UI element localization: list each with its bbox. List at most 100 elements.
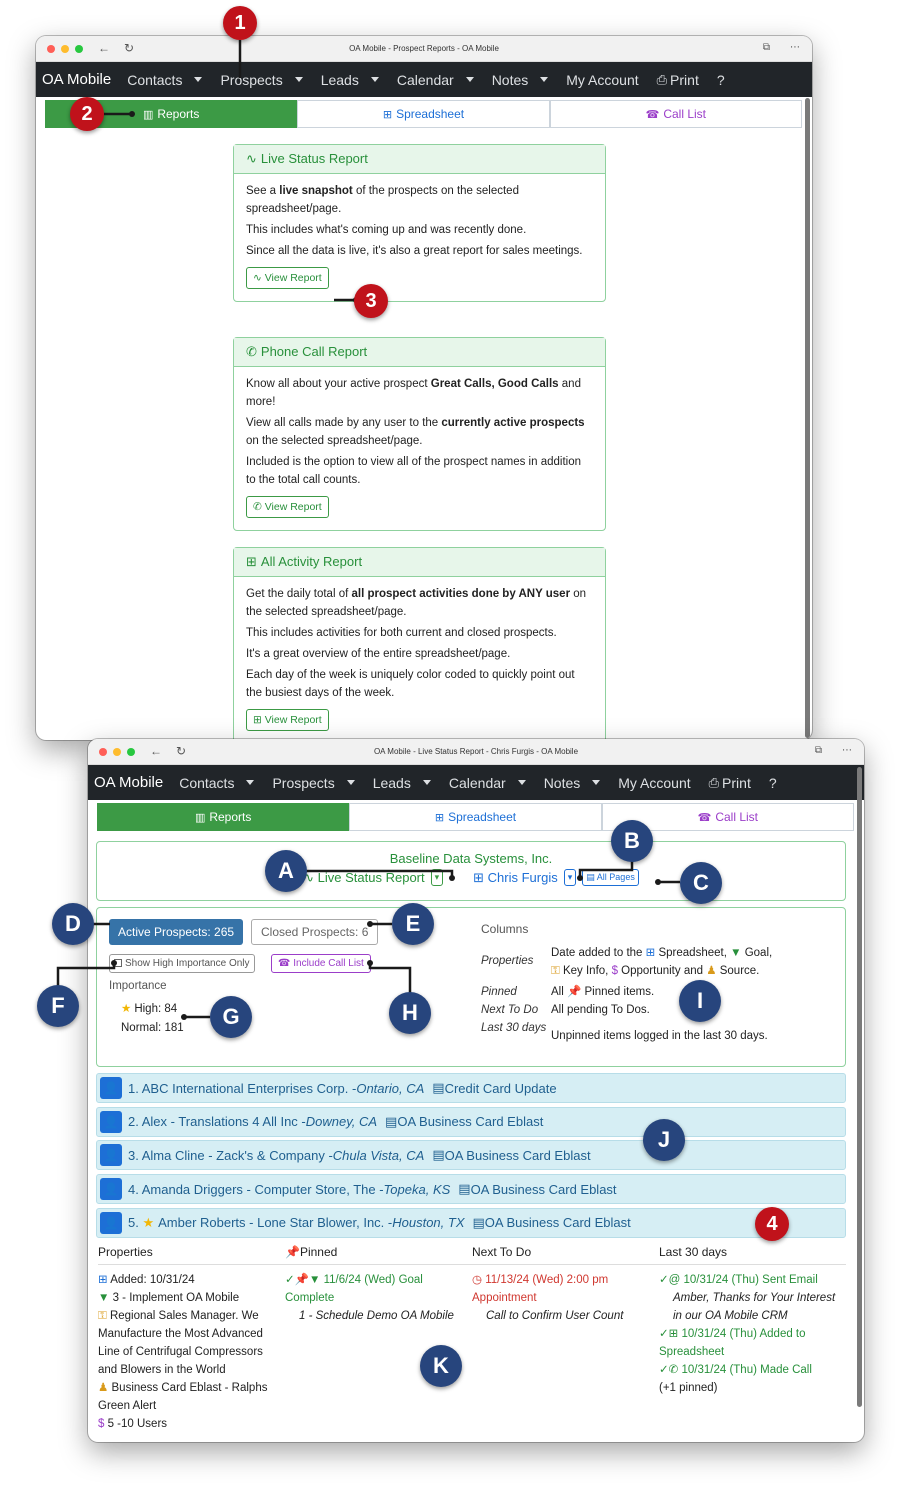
user-icon: 👤 <box>100 1144 122 1167</box>
nav-my-account[interactable]: My Account <box>566 72 638 88</box>
checkbox-icon <box>114 959 122 967</box>
nav-notes[interactable]: Notes <box>544 775 601 791</box>
brand-logo[interactable]: OA Mobile <box>94 774 163 791</box>
legend-value: Unpinned items logged in the last 30 day… <box>551 1030 768 1042</box>
chevron-down-icon <box>294 77 303 82</box>
nav-notes[interactable]: Notes <box>492 72 549 88</box>
company-name: Baseline Data Systems, Inc. <box>389 851 553 866</box>
pin-icon: 📌 <box>285 1245 300 1259</box>
cast-icon[interactable]: ⧉ <box>763 42 770 53</box>
pulse-icon: ∿ <box>253 272 265 284</box>
report-dropdown-toggle[interactable]: ▾ <box>430 869 444 886</box>
filters-panel: Active Prospects: 265 Closed Prospects: … <box>96 907 846 1067</box>
card-text: This includes activities for both curren… <box>246 627 557 639</box>
nav-print[interactable]: ⎙ Print <box>709 775 751 791</box>
bar-chart-icon: ▥ <box>142 108 154 121</box>
star-icon: ★ <box>142 1214 155 1230</box>
tab-reports[interactable]: ▥ Reports <box>97 803 350 831</box>
document-icon: ▤ <box>472 1214 485 1230</box>
active-prospects-button[interactable]: Active Prospects: 265 <box>109 919 244 945</box>
user-dropdown-toggle[interactable]: ▾ <box>563 869 577 886</box>
table-icon: ⊞ <box>668 1328 682 1340</box>
scrollbar[interactable] <box>805 98 810 738</box>
table-icon: ⊞ <box>473 869 488 885</box>
user-icon: 👤 <box>100 1077 122 1099</box>
callout-4: 4 <box>755 1207 789 1241</box>
nav-contacts[interactable]: Contacts <box>127 72 203 88</box>
nav-my-account[interactable]: My Account <box>618 775 690 791</box>
document-icon: ▤ <box>385 1113 398 1129</box>
tab-call-list[interactable]: ☎ Call List <box>549 100 802 128</box>
table-icon: ⊞ <box>98 1274 111 1286</box>
legend-key: Next To Do <box>481 1004 539 1016</box>
scrollbar[interactable] <box>857 767 862 1407</box>
legend-key: Properties <box>481 955 534 967</box>
nav-contacts[interactable]: Contacts <box>179 775 255 791</box>
view-live-status-report-button[interactable]: ∿ View Report <box>246 267 329 289</box>
card-text: Know all about your active prospect Grea… <box>246 378 581 408</box>
callout-E: E <box>392 903 434 945</box>
nav-prospects[interactable]: Prospects <box>272 775 355 791</box>
phone-icon: ✆ <box>668 1364 682 1376</box>
more-icon[interactable]: ⋯ <box>790 42 800 53</box>
include-call-list-button[interactable]: ☎ Include Call List <box>271 954 371 973</box>
list-item[interactable]: 👤 4. Amanda Driggers - Computer Store, Th… <box>96 1174 846 1205</box>
tab-spreadsheet[interactable]: ⊞ Spreadsheet <box>297 100 550 128</box>
nav-help[interactable]: ? <box>717 72 725 88</box>
callout-K: K <box>420 1345 462 1387</box>
list-item[interactable]: 👤 1. ABC International Enterprises Corp. … <box>96 1073 846 1103</box>
more-icon[interactable]: ⋯ <box>842 745 852 756</box>
nav-calendar[interactable]: Calendar <box>397 72 474 88</box>
list-item[interactable]: 👤 2. Alex - Translations 4 All Inc - Down… <box>96 1106 846 1137</box>
nav-print[interactable]: ⎙ Print <box>657 72 699 88</box>
nav-calendar[interactable]: Calendar <box>449 775 526 791</box>
callout-C: C <box>680 862 722 904</box>
funnel-icon: ▼ <box>98 1292 113 1304</box>
callout-3: 3 <box>354 284 388 318</box>
document-icon: ▤ <box>586 872 597 882</box>
brand-logo[interactable]: OA Mobile <box>42 71 111 88</box>
dollar-icon: $ <box>611 965 618 977</box>
show-high-importance-checkbox[interactable]: Show High Importance Only <box>109 954 255 973</box>
user-plus-icon: ♟ <box>706 965 717 977</box>
list-item[interactable]: 👤 5. ★ Amber Roberts - Lone Star Blower, I… <box>96 1207 846 1238</box>
star-icon: ★ <box>121 1003 132 1015</box>
email-icon: @ <box>668 1274 684 1286</box>
check-icon: ✓ <box>659 1364 669 1376</box>
report-selector-panel: Baseline Data Systems, Inc. ∿ Live Statu… <box>96 841 846 901</box>
report-select[interactable]: ∿ Live Status Report <box>303 870 424 886</box>
funnel-icon: ▼ <box>730 947 742 959</box>
properties-column: ⊞ Added: 10/31/24 ▼ 3 - Implement OA Mob… <box>98 1274 268 1430</box>
list-item[interactable]: 👤 3. Alma Cline - Zack's & Company - Chul… <box>96 1140 846 1171</box>
callout-H: H <box>389 992 431 1034</box>
pin-icon: 📌 <box>294 1274 309 1286</box>
user-icon: 👤 <box>100 1110 122 1133</box>
phone-icon: ✆ <box>246 344 257 359</box>
nav-leads[interactable]: Leads <box>321 72 379 88</box>
card-title: All Activity Report <box>260 554 363 569</box>
card-text: See a live snapshot of the prospects on … <box>246 185 519 215</box>
nav-help[interactable]: ? <box>769 775 777 791</box>
prospect-list: 👤 1. ABC International Enterprises Corp. … <box>96 1073 846 1241</box>
card-text: Each day of the week is uniquely color c… <box>246 669 575 699</box>
browser-titlebar: ← ↻ OA Mobile - Prospect Reports - OA Mo… <box>36 36 812 62</box>
nav-prospects[interactable]: Prospects <box>220 72 303 88</box>
tab-spreadsheet[interactable]: ⊞ Spreadsheet <box>349 803 602 831</box>
nav-leads[interactable]: Leads <box>373 775 431 791</box>
check-icon: ✓ <box>659 1328 669 1340</box>
closed-prospects-button[interactable]: Closed Prospects: 6 <box>251 919 379 945</box>
callout-B: B <box>611 820 653 862</box>
all-pages-button[interactable]: ▤ All Pages <box>582 869 639 886</box>
printer-icon: ⎙ <box>656 71 668 87</box>
table-icon: ⊞ <box>253 714 265 726</box>
chevron-down-icon <box>194 77 203 82</box>
columns-legend: Properties Date added to the ⊞ Spreadshe… <box>481 944 831 1045</box>
view-phone-call-report-button[interactable]: ✆ View Report <box>246 496 329 518</box>
chevron-down-icon <box>246 780 255 785</box>
report-tabs: ▥ Reports ⊞ Spreadsheet ☎ Call List <box>45 100 802 128</box>
user-select[interactable]: ⊞ Chris Furgis <box>473 870 558 886</box>
browser-titlebar: ← ↻ OA Mobile - Live Status Report - Chr… <box>88 739 864 765</box>
cast-icon[interactable]: ⧉ <box>815 745 822 756</box>
chevron-down-icon <box>465 77 474 82</box>
view-all-activity-report-button[interactable]: ⊞ View Report <box>246 709 329 731</box>
